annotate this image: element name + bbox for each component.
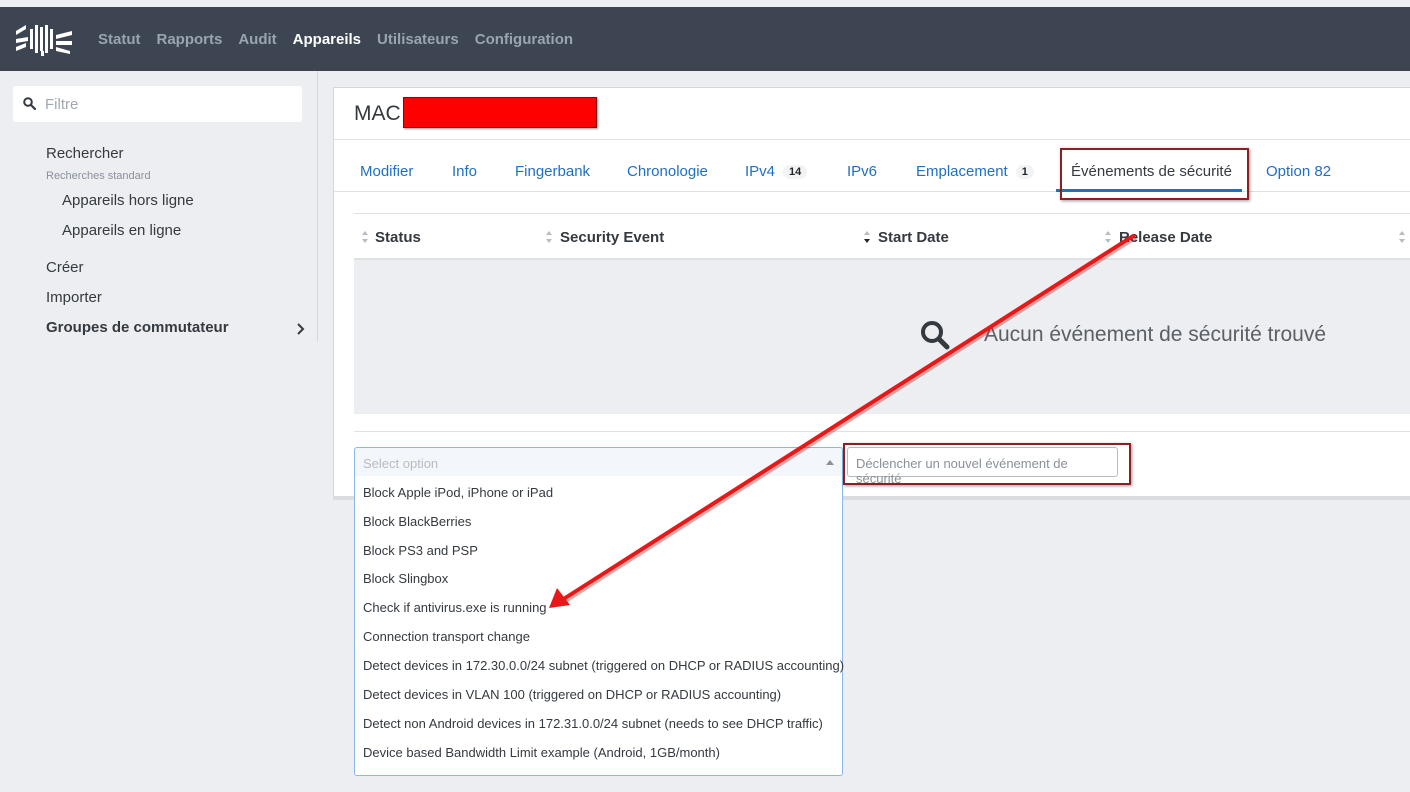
search-icon xyxy=(921,321,950,350)
select-option[interactable]: Block Slingbox xyxy=(363,571,448,586)
nav-appareils[interactable]: Appareils xyxy=(293,31,361,48)
sidebar-item-online-devices[interactable]: Appareils en ligne xyxy=(62,222,181,239)
tab-chronologie[interactable]: Chronologie xyxy=(627,163,708,180)
select-option[interactable]: Check if antivirus.exe is running xyxy=(363,600,547,615)
select-options-list: Block Apple iPod, iPhone or iPad Block B… xyxy=(354,476,844,776)
highlight-box-button xyxy=(843,443,1131,485)
sidebar-section-label: Recherches standard xyxy=(46,170,151,182)
tab-label: IPv4 xyxy=(745,163,776,180)
device-panel: MAC Modifier Info Fingerbank Chronologie… xyxy=(333,87,1410,498)
column-status[interactable]: Status xyxy=(375,229,421,246)
select-option[interactable]: Detect devices in VLAN 100 (triggered on… xyxy=(363,687,781,702)
select-option[interactable]: Block Apple iPod, iPhone or iPad xyxy=(363,485,553,500)
sidebar: Filtre Rechercher Recherches standard Ap… xyxy=(0,71,318,341)
select-option[interactable]: Connection transport change xyxy=(363,629,530,644)
sidebar-item-importer[interactable]: Importer xyxy=(46,289,102,306)
tab-badge: 1 xyxy=(1015,165,1034,179)
sidebar-item-switch-groups[interactable]: Groupes de commutateur xyxy=(46,319,229,336)
tab-badge: 14 xyxy=(783,165,808,179)
tab-label: Emplacement xyxy=(916,163,1008,180)
sort-icon[interactable] xyxy=(545,229,553,245)
filter-placeholder: Filtre xyxy=(45,96,79,113)
tab-ipv6[interactable]: IPv6 xyxy=(847,163,877,180)
select-option[interactable]: Block PS3 and PSP xyxy=(363,543,478,558)
search-icon xyxy=(23,97,36,110)
empty-table-state: Aucun événement de sécurité trouvé xyxy=(354,260,1410,414)
tab-label: IPv6 xyxy=(847,163,878,180)
tab-modifier[interactable]: Modifier xyxy=(360,163,413,180)
select-option[interactable]: Detect devices in 172.30.0.0/24 subnet (… xyxy=(363,658,844,673)
select-option[interactable]: Block BlackBerries xyxy=(363,514,471,529)
select-option[interactable]: Device based Bandwidth Limit example (An… xyxy=(363,745,720,760)
security-event-select[interactable]: Select option xyxy=(354,447,843,477)
nav-configuration[interactable]: Configuration xyxy=(475,31,573,48)
tab-label: Fingerbank xyxy=(515,163,591,180)
column-release-date[interactable]: Release Date xyxy=(1119,229,1212,246)
select-placeholder: Select option xyxy=(363,456,439,471)
tab-ipv4[interactable]: IPv4 14 xyxy=(745,163,808,180)
logo[interactable] xyxy=(14,21,74,57)
column-start-date[interactable]: Start Date xyxy=(878,229,949,246)
sort-desc-icon[interactable] xyxy=(863,229,871,245)
caret-up-icon xyxy=(826,460,834,465)
top-navbar: Statut Rapports Audit Appareils Utilisat… xyxy=(0,0,1410,71)
highlight-box-tab xyxy=(1060,148,1249,200)
column-security-event[interactable]: Security Event xyxy=(560,229,664,246)
sort-icon[interactable] xyxy=(1398,229,1406,245)
select-option[interactable]: Detect non Android devices in 172.31.0.0… xyxy=(363,716,823,731)
device-title: MAC xyxy=(354,102,401,125)
tab-option-82[interactable]: Option 82 xyxy=(1266,163,1331,180)
tab-label: Modifier xyxy=(360,163,414,180)
table-header: Status Security Event Start Date Release… xyxy=(354,213,1410,260)
filter-input[interactable]: Filtre xyxy=(13,86,302,122)
sort-icon[interactable] xyxy=(1104,229,1112,245)
main-nav: Statut Rapports Audit Appareils Utilisat… xyxy=(98,31,573,48)
tab-fingerbank[interactable]: Fingerbank xyxy=(515,163,590,180)
redaction-box xyxy=(403,97,597,128)
sort-icon[interactable] xyxy=(361,229,369,245)
tab-info[interactable]: Info xyxy=(452,163,477,180)
sidebar-item-rechercher[interactable]: Rechercher xyxy=(46,145,124,162)
empty-message: Aucun événement de sécurité trouvé xyxy=(984,323,1327,346)
sidebar-item-creer[interactable]: Créer xyxy=(46,259,84,276)
nav-statut[interactable]: Statut xyxy=(98,31,141,48)
tab-label: Chronologie xyxy=(627,163,708,180)
nav-audit[interactable]: Audit xyxy=(238,31,276,48)
nav-rapports[interactable]: Rapports xyxy=(157,31,223,48)
tab-emplacement[interactable]: Emplacement 1 xyxy=(916,163,1034,180)
tab-label: Option 82 xyxy=(1266,163,1332,180)
sidebar-item-offline-devices[interactable]: Appareils hors ligne xyxy=(62,192,194,209)
nav-utilisateurs[interactable]: Utilisateurs xyxy=(377,31,459,48)
chevron-right-icon[interactable] xyxy=(296,322,305,336)
divider xyxy=(354,431,1410,432)
tab-label: Info xyxy=(452,163,478,180)
